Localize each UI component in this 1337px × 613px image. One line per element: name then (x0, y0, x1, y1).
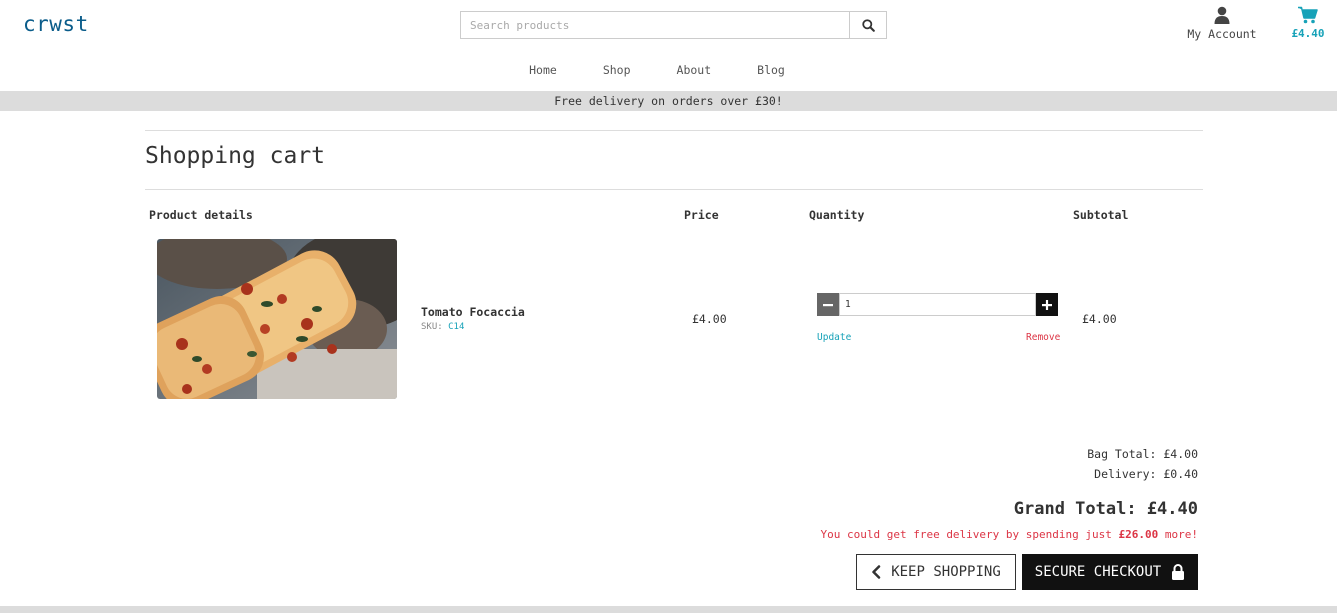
search-bar (460, 11, 887, 39)
main-nav: Home Shop About Blog (0, 63, 1337, 77)
keep-shopping-label: KEEP SHOPPING (891, 564, 1001, 580)
cart-total: £4.40 (1291, 27, 1325, 40)
search-button[interactable] (849, 11, 887, 39)
delivery-banner: Free delivery on orders over £30! (0, 91, 1337, 111)
nav-home[interactable]: Home (529, 63, 557, 77)
free-delivery-message: You could get free delivery by spending … (820, 528, 1198, 541)
divider-top (145, 130, 1203, 131)
product-price: £4.00 (692, 312, 727, 326)
header-subtotal: Subtotal (1073, 208, 1129, 222)
plus-icon (1042, 299, 1052, 310)
footer-strip (0, 606, 1337, 613)
free-delivery-amount: £26.00 (1118, 528, 1159, 541)
increment-button[interactable] (1036, 293, 1058, 316)
bag-total: Bag Total: £4.00 (1087, 447, 1198, 461)
lock-icon (1172, 564, 1185, 580)
search-icon (861, 18, 875, 32)
my-account-label: My Account (1187, 27, 1257, 41)
divider-title (145, 189, 1203, 190)
minus-icon (823, 303, 833, 306)
secure-checkout-label: SECURE CHECKOUT (1034, 564, 1162, 580)
nav-shop[interactable]: Shop (603, 63, 631, 77)
my-account-link[interactable]: My Account (1186, 6, 1258, 41)
cart-link[interactable]: £4.40 (1286, 6, 1330, 40)
product-name: Tomato Focaccia (421, 305, 525, 319)
header-price: Price (684, 208, 719, 222)
header-quantity: Quantity (809, 208, 865, 222)
grand-total: Grand Total: £4.40 (1013, 499, 1198, 519)
free-delivery-suffix: more! (1158, 528, 1198, 541)
nav-blog[interactable]: Blog (757, 63, 785, 77)
quantity-stepper (817, 293, 1058, 316)
sku-label: SKU: (421, 322, 443, 332)
remove-link[interactable]: Remove (1026, 332, 1060, 343)
secure-checkout-button[interactable]: SECURE CHECKOUT (1022, 554, 1198, 590)
quantity-input[interactable] (839, 293, 1036, 316)
user-icon (1186, 6, 1258, 24)
product-sku: SKU: C14 (421, 322, 464, 332)
page-title: Shopping cart (145, 143, 326, 169)
site-logo[interactable]: crwst (23, 12, 89, 36)
search-input[interactable] (460, 11, 849, 39)
decrement-button[interactable] (817, 293, 839, 316)
sku-value: C14 (448, 322, 465, 332)
shopping-cart-icon (1286, 6, 1330, 24)
delivery-cost: Delivery: £0.40 (1094, 467, 1198, 481)
update-link[interactable]: Update (817, 332, 851, 343)
nav-about[interactable]: About (677, 63, 712, 77)
chevron-left-icon (872, 565, 881, 579)
product-image (157, 239, 397, 399)
free-delivery-prefix: You could get free delivery by spending … (820, 528, 1119, 541)
keep-shopping-button[interactable]: KEEP SHOPPING (856, 554, 1016, 590)
row-subtotal: £4.00 (1082, 312, 1117, 326)
header-product-details: Product details (149, 208, 253, 222)
